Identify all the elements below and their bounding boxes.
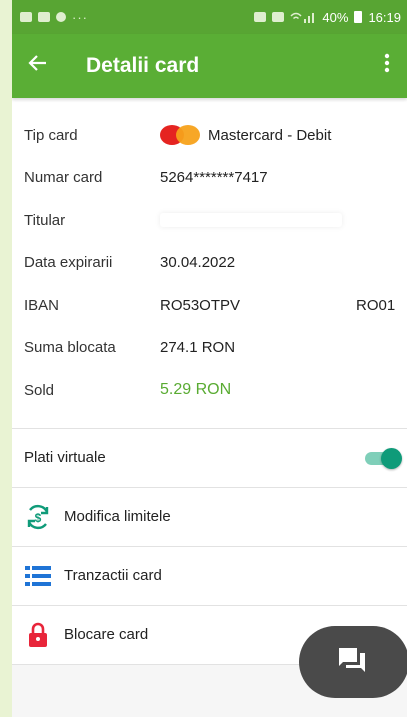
list-icon — [24, 563, 52, 589]
mute-icon — [272, 12, 285, 22]
gallery-notification-icon — [20, 12, 32, 22]
wifi-signal-icon — [290, 12, 315, 23]
card-type-value-wrap: Mastercard - Debit — [160, 125, 332, 146]
status-bar-right: 40% 16:19 — [254, 10, 401, 25]
chat-bubble-icon — [337, 646, 367, 679]
card-transactions-label: Tranzactii card — [64, 567, 162, 584]
virtual-payments-label: Plati virtuale — [24, 449, 106, 466]
svg-text:$: $ — [35, 511, 42, 525]
card-holder-redacted — [160, 213, 342, 228]
iban-row: IBAN RO53OTPV RO01 — [12, 284, 407, 327]
iban-value: RO53OTPV RO01 — [160, 297, 395, 314]
balance-value: 5.29 RON — [160, 381, 232, 399]
mastercard-logo — [160, 125, 200, 146]
virtual-payments-toggle[interactable] — [365, 447, 402, 469]
blocked-amount-row: Suma blocata 274.1 RON — [12, 327, 407, 370]
block-card-label: Blocare card — [64, 626, 149, 643]
virtual-payments-row[interactable]: Plati virtuale — [12, 428, 407, 488]
clock: 16:19 — [368, 9, 401, 25]
iban-label: IBAN — [24, 296, 60, 314]
blocked-amount-value: 274.1 RON — [160, 339, 236, 357]
card-type-label: Tip card — [24, 126, 78, 144]
modify-limits-label: Modifica limitele — [64, 508, 171, 525]
iban-prefix: RO53OTPV — [160, 296, 241, 314]
chat-fab[interactable] — [299, 626, 407, 698]
card-holder-row: Titular — [12, 199, 407, 242]
lock-icon — [24, 622, 52, 648]
more-vert-icon[interactable] — [377, 53, 397, 79]
card-number-row: Numar card 5264*******7417 — [12, 157, 407, 200]
chat-notification-icon — [38, 12, 50, 22]
battery-icon — [354, 11, 363, 23]
balance-row: Sold 5.29 RON — [12, 369, 407, 412]
card-type-row: Tip card Mastercard - Debit — [12, 114, 407, 157]
card-holder-label: Titular — [24, 211, 66, 229]
modify-limits-item[interactable]: $ Modifica limitele — [12, 487, 407, 547]
battery-percent: 40% — [322, 9, 349, 25]
expiry-row: Data expirarii 30.04.2022 — [12, 242, 407, 285]
card-transactions-item[interactable]: Tranzactii card — [12, 546, 407, 606]
expiry-label: Data expirarii — [24, 254, 113, 272]
expiry-value: 30.04.2022 — [160, 254, 236, 272]
iban-suffix: RO01 — [356, 296, 396, 314]
alarm-icon — [254, 12, 267, 22]
card-type-value: Mastercard - Debit — [208, 126, 332, 144]
app-notification-icon — [56, 12, 66, 22]
status-bar-left: ··· — [20, 10, 88, 25]
status-bar: ··· 40% 16:19 — [12, 0, 407, 34]
currency-cycle-icon: $ — [24, 504, 52, 530]
page-title: Detalii card — [86, 54, 200, 77]
card-number-label: Numar card — [24, 169, 103, 187]
arrow-left-icon[interactable] — [28, 52, 68, 80]
balance-label: Sold — [24, 381, 55, 399]
card-number-value: 5264*******7417 — [160, 169, 268, 187]
toggle-thumb — [381, 447, 402, 469]
blocked-amount-label: Suma blocata — [24, 339, 116, 357]
more-notifications-icon: ··· — [72, 9, 88, 25]
phone-screen: ··· 40% 16:19 Detalii card Tip card Mast… — [12, 0, 407, 717]
card-details-panel: Tip card Mastercard - Debit Numar card 5… — [12, 98, 407, 429]
mastercard-orange-circle — [176, 125, 200, 146]
app-bar: Detalii card — [12, 34, 407, 98]
